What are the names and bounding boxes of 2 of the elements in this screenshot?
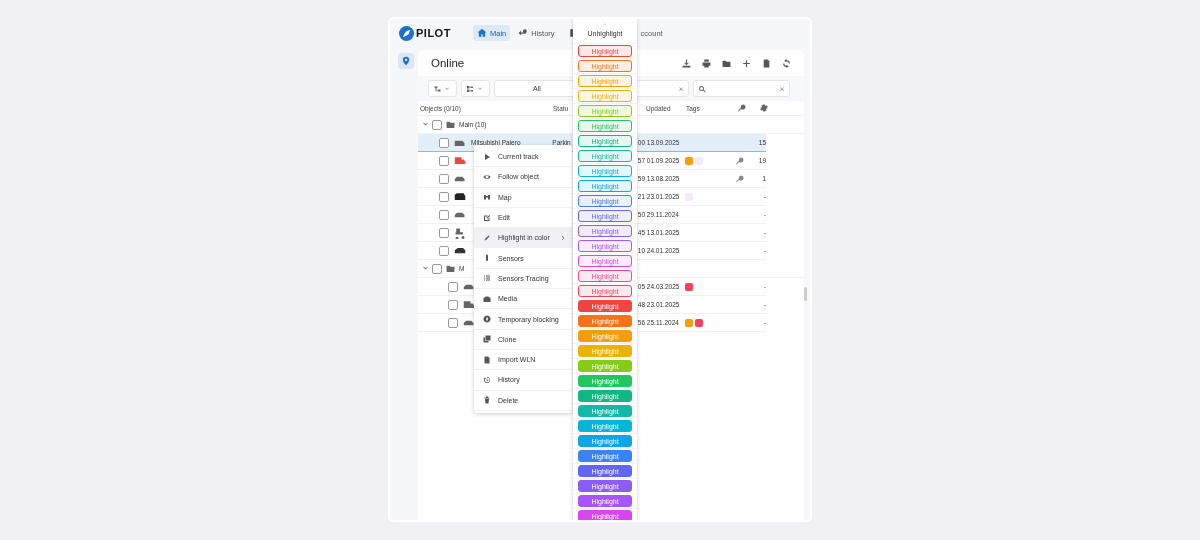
panel-title: Online	[431, 57, 465, 69]
logo-text: PILOT	[416, 27, 451, 39]
